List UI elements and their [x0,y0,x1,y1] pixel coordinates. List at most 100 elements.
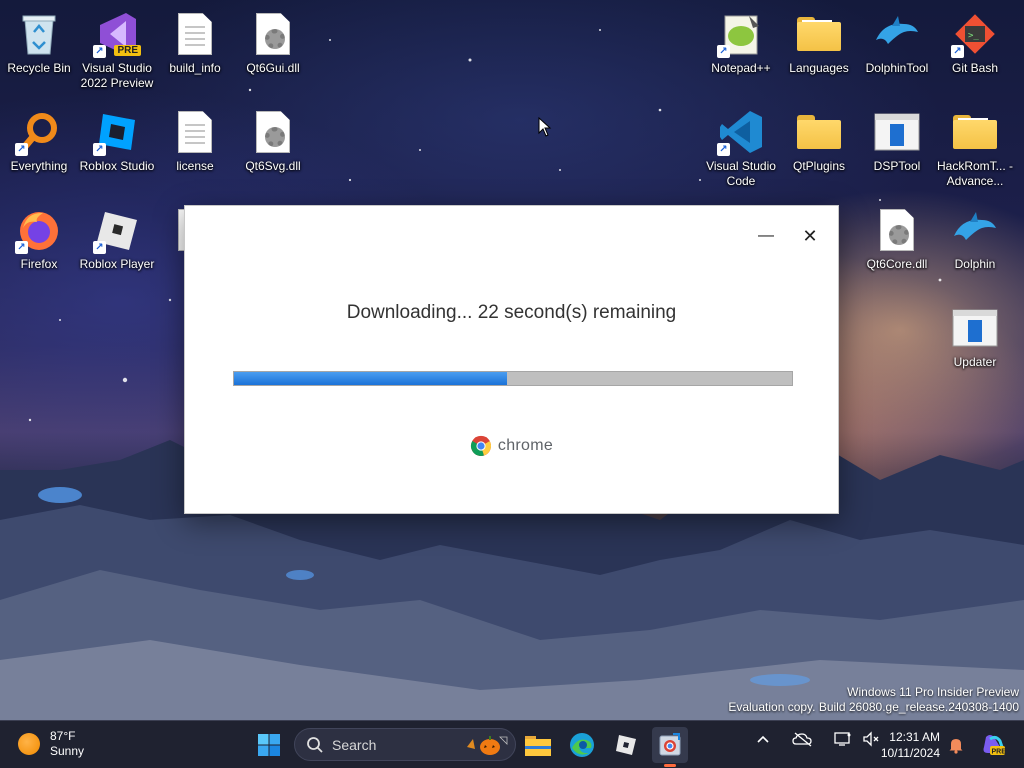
minimize-button[interactable]: — [749,222,783,250]
desktop-icon-label: license [176,159,214,173]
desktop-icon-label: build_info [169,61,221,75]
folder-icon [951,108,999,156]
shortcut-arrow-icon: ↗ [951,45,964,58]
git-bash-icon: >_ ↗ [951,10,999,58]
desktop-icon-label: Notepad++ [711,61,771,75]
desktop-icon-roblox-studio[interactable]: ↗ Roblox Studio [78,102,156,194]
weather-widget[interactable]: 87°F Sunny [18,729,84,759]
desktop-icon-label: Qt6Core.dll [866,257,928,271]
weather-description: Sunny [50,744,85,758]
recycle-bin-icon [15,10,63,58]
text-file-icon [171,10,219,58]
desktop-icon-everything[interactable]: ↗ Everything [0,102,78,194]
dll-file-icon [249,10,297,58]
roblox-icon [616,735,636,755]
mouse-cursor-icon [538,117,552,137]
desktop-icon-qt6gui[interactable]: Qt6Gui.dll [234,4,312,96]
weather-temperature: 87°F [50,729,76,743]
everything-search-icon: ↗ [15,108,63,156]
desktop-icon-dolphin[interactable]: Dolphin [936,200,1014,292]
desktop-icon-label: Git Bash [951,61,999,75]
desktop-icon-dolphintool[interactable]: DolphinTool [858,4,936,96]
dolphin-icon [873,10,921,58]
chevron-up-icon[interactable] [756,732,770,746]
bell-icon[interactable] [948,736,964,754]
desktop-icon-license[interactable]: license [156,102,234,194]
desktop-icon-qt6core[interactable]: Qt6Core.dll [858,200,936,292]
desktop-icon-label: QtPlugins [792,159,846,173]
system-tray [756,731,880,747]
search-icon [307,736,323,753]
roblox-player-icon: ↗ [93,206,141,254]
download-status-text: Downloading... 22 second(s) remaining [346,302,677,323]
close-icon: ✕ [802,225,818,246]
desktop-icon-build-info[interactable]: build_info [156,4,234,96]
desktop-icon-languages[interactable]: Languages [780,4,858,96]
network-icon[interactable] [834,731,852,747]
chrome-installer-window: — ✕ Downloading... 22 second(s) remainin… [184,205,839,514]
desktop-icon-firefox[interactable]: ↗ Firefox [0,200,78,292]
chrome-installer-task-button[interactable] [652,727,688,767]
desktop-icon-label: DolphinTool [865,61,929,75]
desktop-icon-label: DSPTool [873,159,921,173]
desktop-icon-dsptool[interactable]: DSPTool [858,102,936,194]
folder-icon [795,108,843,156]
copilot-icon[interactable]: PRE [980,733,1006,757]
halloween-pumpkin-icon [467,735,508,755]
file-explorer-icon [525,736,551,756]
desktop-icon-label: Dolphin [954,257,996,271]
download-progress-bar [233,371,793,386]
chrome-brand-name: chrome [497,437,554,454]
desktop-icon-notepad-plus-plus[interactable]: ↗ Notepad++ [702,4,780,96]
svg-text:PRE: PRE [992,749,1007,756]
shortcut-arrow-icon: ↗ [93,45,106,58]
pre-badge: PRE [114,45,141,56]
visual-studio-icon: PRE ↗ [93,10,141,58]
desktop-icon-qtplugins[interactable]: QtPlugins [780,102,858,194]
roblox-studio-icon: ↗ [93,108,141,156]
desktop-icon-recycle-bin[interactable]: Recycle Bin [0,4,78,96]
shortcut-arrow-icon: ↗ [93,241,106,254]
shortcut-arrow-icon: ↗ [93,143,106,156]
edge-icon [570,733,594,757]
desktop-icon-updater[interactable]: Updater [936,298,1014,390]
updater-icon [951,304,999,352]
desktop-icon-hackromtools[interactable]: HackRomT... - Advance... [936,102,1014,194]
system-clock[interactable]: 12:31 AM 10/11/2024 [872,729,940,761]
desktop-icon-vscode[interactable]: ↗ Visual Studio Code [702,102,780,194]
start-icon [258,734,280,756]
progress-fill [234,372,508,385]
desktop-icon-qt6svg[interactable]: Qt6Svg.dll [234,102,312,194]
dll-file-icon [873,206,921,254]
dolphin-icon [951,206,999,254]
chrome-logo-icon [470,435,491,456]
desktop-icon-label: Visual Studio Code [706,159,776,188]
clock-date: 10/11/2024 [880,746,940,760]
dll-file-icon [249,108,297,156]
desktop-icon-label: Roblox Player [79,257,155,271]
shortcut-arrow-icon: ↗ [15,143,28,156]
desktop-icon-label: Recycle Bin [7,61,71,75]
vscode-icon: ↗ [717,108,765,156]
taskbar-search-box[interactable]: Search [294,728,516,761]
desktop-icon-label: Visual Studio 2022 Preview [80,61,154,90]
close-button[interactable]: ✕ [793,222,827,250]
desktop-icon-label: Qt6Svg.dll [245,159,301,173]
roblox-button[interactable] [608,727,644,763]
desktop-icon-label: Firefox [20,257,58,271]
desktop-icon-visual-studio[interactable]: PRE ↗ Visual Studio 2022 Preview [78,4,156,96]
clock-time: 12:31 AM [889,730,940,744]
desktop-icon-label: Updater [953,355,997,369]
shortcut-arrow-icon: ↗ [717,45,730,58]
desktop-icon-roblox-player[interactable]: ↗ Roblox Player [78,200,156,292]
desktop-icon-label: Languages [789,61,849,75]
desktop-icon-git-bash[interactable]: >_ ↗ Git Bash [936,4,1014,96]
firefox-icon: ↗ [15,206,63,254]
edge-button[interactable] [564,727,600,763]
file-explorer-button[interactable] [520,727,556,763]
search-placeholder: Search [332,736,377,753]
start-button[interactable] [251,727,287,763]
onedrive-off-icon[interactable] [792,731,814,747]
desktop-icon-label: Roblox Studio [79,159,155,173]
folder-icon [795,10,843,58]
